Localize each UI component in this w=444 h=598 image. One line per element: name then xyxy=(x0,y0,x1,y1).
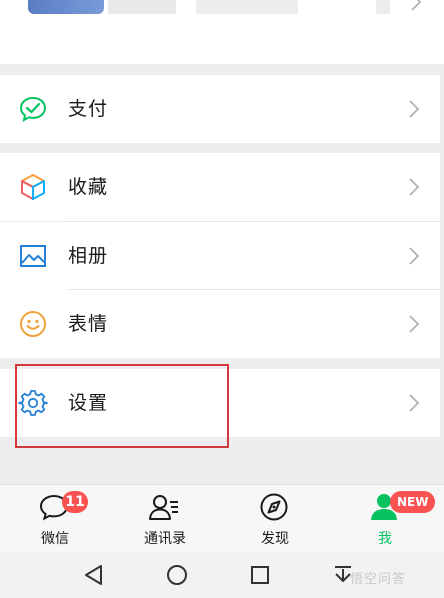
tab-label: 发现 xyxy=(261,531,289,547)
menu-item-pay[interactable]: 支付 xyxy=(0,75,440,143)
chevron-right-icon xyxy=(409,315,420,333)
home-circle-icon[interactable] xyxy=(165,563,189,587)
contacts-icon xyxy=(149,495,178,520)
new-badge: NEW xyxy=(390,491,436,513)
wechat-pay-icon xyxy=(19,96,47,122)
unread-badge: 11 xyxy=(62,491,88,513)
chevron-right-icon xyxy=(409,178,420,196)
bottom-tab-bar: 11 微信 通讯录 发现 NEW 我 xyxy=(0,484,444,552)
tab-discover[interactable]: 发现 xyxy=(220,485,330,553)
menu-item-label: 表情 xyxy=(68,313,109,335)
menu-item-label: 支付 xyxy=(68,98,109,120)
menu-item-label: 相册 xyxy=(68,245,109,267)
menu-item-stickers[interactable]: 表情 xyxy=(0,290,440,358)
recent-square-icon[interactable] xyxy=(248,563,272,587)
menu-item-label: 收藏 xyxy=(68,176,109,198)
album-picture-icon xyxy=(20,245,46,267)
blurred-wechat-id xyxy=(196,0,298,14)
wechat-me-screen: 支付 收藏 相册 表情 设置 11 微信 通讯录 发现 NEW 我 悟空问答 xyxy=(0,0,444,598)
menu-item-album[interactable]: 相册 xyxy=(0,222,440,290)
back-triangle-icon[interactable] xyxy=(82,563,106,587)
tab-label: 通讯录 xyxy=(144,531,186,547)
tab-label: 微信 xyxy=(41,531,69,547)
chevron-right-icon xyxy=(409,100,420,118)
avatar[interactable] xyxy=(28,0,104,14)
favorites-cube-icon xyxy=(21,174,45,200)
blurred-qr-code xyxy=(376,0,390,14)
chevron-right-icon xyxy=(411,0,422,11)
tab-label: 我 xyxy=(378,531,392,547)
tab-contacts[interactable]: 通讯录 xyxy=(110,485,220,553)
watermark: 悟空问答 xyxy=(350,572,407,587)
tab-me[interactable]: NEW 我 xyxy=(330,485,440,553)
chevron-right-icon xyxy=(409,247,420,265)
profile-header[interactable] xyxy=(0,0,444,64)
sticker-smiley-icon xyxy=(20,311,46,337)
tab-chats[interactable]: 11 微信 xyxy=(0,485,110,553)
highlight-box xyxy=(15,364,229,448)
compass-icon xyxy=(260,493,288,521)
menu-item-favorites[interactable]: 收藏 xyxy=(0,153,440,221)
chevron-right-icon xyxy=(409,394,420,412)
blurred-nickname xyxy=(108,0,176,14)
